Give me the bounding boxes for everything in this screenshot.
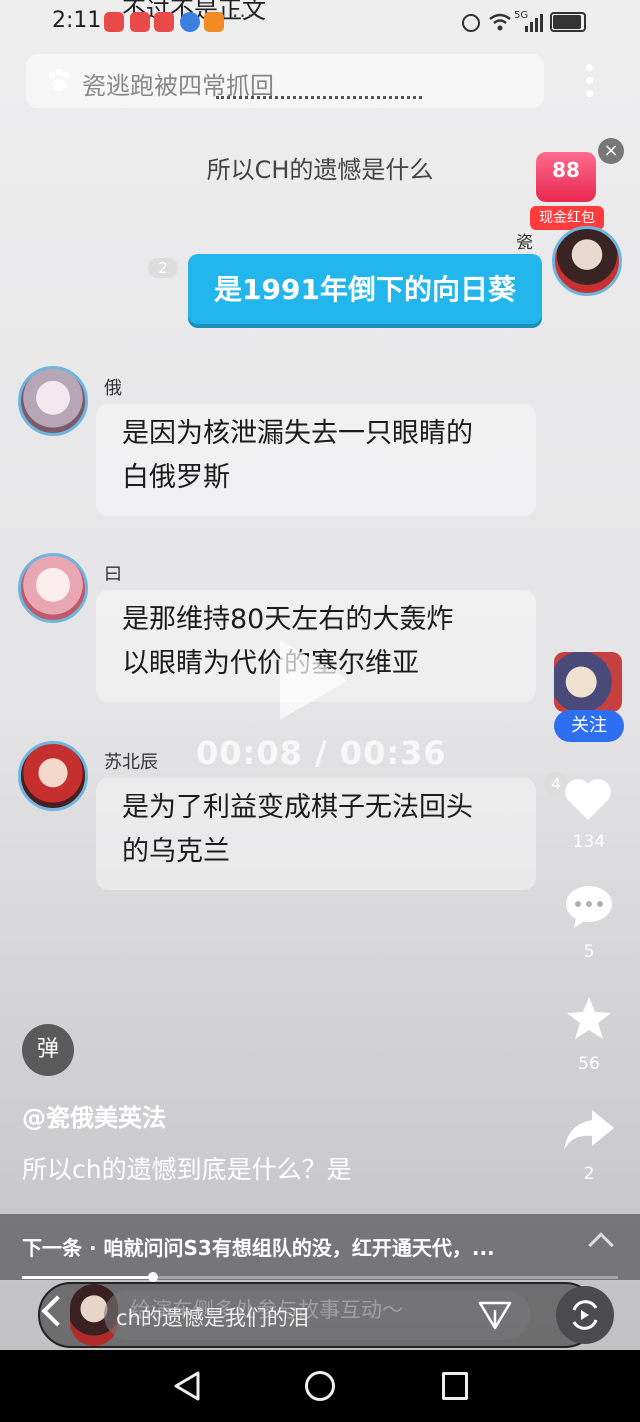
notification-app-icon — [154, 12, 174, 32]
creator-avatar[interactable] — [554, 652, 622, 712]
danmaku-toggle-button[interactable]: 弹 — [22, 1024, 74, 1076]
message-sender: 俄 — [104, 378, 122, 399]
more-notifications: ··· — [232, 4, 255, 28]
favorite-count: 56 — [578, 1054, 600, 1074]
comment-icon[interactable] — [564, 884, 614, 930]
video-caption[interactable]: 所以ch的遗憾到底是什么？是 — [22, 1150, 352, 1186]
video-app-icon — [204, 12, 224, 32]
next-video-title[interactable]: 下一条 · 咱就问问S3有想组队的没，红开通天代，... — [22, 1232, 562, 1261]
avatar — [18, 553, 88, 623]
message-line: 是为了利益变成棋子无法回头 — [122, 792, 473, 823]
nav-back-icon[interactable] — [172, 1370, 202, 1402]
comment-count: 5 — [583, 942, 595, 962]
paw-icon — [48, 68, 70, 91]
wifi-icon — [489, 13, 511, 31]
comment-input[interactable]: ch的遗憾是我们的泪 — [116, 1302, 436, 1332]
share-arrow-icon[interactable] — [562, 1106, 616, 1152]
data-saver-icon — [462, 14, 480, 32]
play-icon[interactable] — [280, 640, 348, 720]
nav-recents-icon[interactable] — [442, 1372, 468, 1400]
progress-knob[interactable] — [148, 1272, 158, 1282]
more-options-icon[interactable] — [580, 62, 600, 100]
favorite-star-icon[interactable] — [564, 994, 614, 1044]
browser-icon — [180, 12, 200, 32]
notification-app-icon — [104, 12, 124, 32]
follow-button[interactable]: 关注 — [554, 710, 624, 742]
status-time: 2:11 — [52, 8, 102, 33]
outgoing-sender: 瓷 — [516, 233, 533, 253]
message-line: 的乌克兰 — [122, 836, 230, 867]
send-icon[interactable] — [478, 1300, 512, 1330]
outgoing-message: 是1991年倒下的向日葵 — [214, 273, 516, 306]
read-count-badge: 2 — [148, 258, 178, 278]
nav-home-icon[interactable] — [305, 1371, 335, 1401]
close-icon[interactable]: × — [598, 138, 624, 164]
avatar — [552, 226, 622, 296]
author-name[interactable]: @瓷俄美英法 — [22, 1098, 166, 1133]
message-sender: 苏北辰 — [104, 752, 158, 773]
message-line: 白俄罗斯 — [122, 462, 230, 493]
message-line: 是因为核泄漏失去一只眼睛的 — [122, 418, 473, 449]
avatar — [18, 741, 88, 811]
notification-app-icon — [130, 12, 150, 32]
like-heart-icon[interactable] — [563, 776, 613, 822]
progress-fill — [22, 1276, 153, 1279]
signal-icon — [525, 14, 543, 32]
battery-level — [553, 15, 581, 29]
red-packet-amount: 88 — [552, 158, 580, 182]
like-count: 134 — [572, 832, 606, 852]
red-packet-widget[interactable]: 88 现金红包 — [530, 150, 608, 234]
message-sender: 曰 — [104, 564, 122, 585]
avatar — [18, 366, 88, 436]
playback-timestamp: 00:08 / 00:36 — [196, 734, 447, 772]
share-count: 2 — [583, 1164, 595, 1184]
replay-icon[interactable] — [556, 1286, 614, 1344]
search-underline — [216, 96, 422, 99]
message-line: 是那维持80天左右的大轰炸 — [122, 604, 454, 635]
